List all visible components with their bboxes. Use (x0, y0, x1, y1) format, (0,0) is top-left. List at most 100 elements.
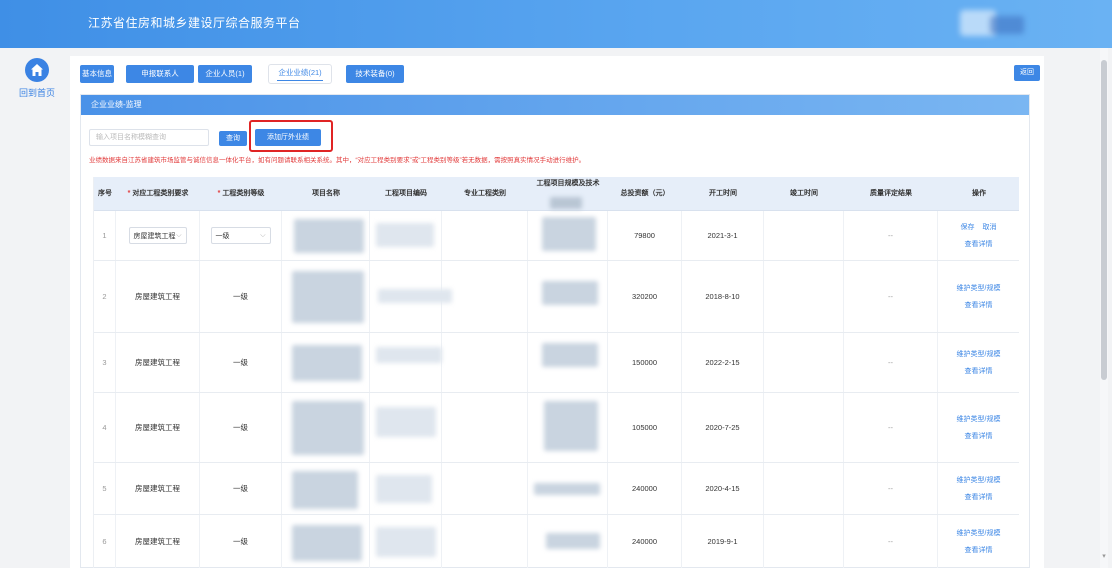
tab-performance[interactable]: 企业业绩(21) (268, 64, 332, 84)
quality-cell: -- (844, 333, 938, 392)
col-specialty: 专业工程类别 (464, 190, 506, 197)
blurred-project-name (292, 525, 362, 561)
actions-cell: 维护类型/规模 查看详情 (938, 261, 1019, 332)
home-link[interactable]: 回到首页 (14, 58, 60, 99)
back-button[interactable]: 返回 (1014, 65, 1040, 81)
table-row: 3 房屋建筑工程 一级 150000 2022-2-15 -- 维护类型/规模 … (94, 333, 1019, 393)
end-date-cell (764, 261, 844, 332)
scroll-down-icon[interactable]: ▾ (1100, 552, 1108, 562)
table-row: 5 房屋建筑工程 一级 240000 2020-4-15 -- 维护类型/规模 … (94, 463, 1019, 515)
investment-cell: 150000 (608, 333, 682, 392)
blurred-scale (542, 343, 598, 367)
table-row: 4 房屋建筑工程 一级 105000 2020-7-25 -- 维护类型/规模 … (94, 393, 1019, 463)
main-panel: 基本信息 申报联系人 企业人员(1) 企业业绩(21) 技术装备(0) 返回 企… (70, 56, 1044, 568)
maintain-type-link[interactable]: 维护类型/规模 (957, 349, 1001, 359)
col-level: * 工程类别等级 (217, 190, 265, 197)
col-investment: 总投资额（元） (620, 190, 670, 197)
col-project-name: 项目名称 (312, 190, 340, 197)
tab-personnel[interactable]: 企业人员(1) (198, 65, 252, 83)
specialty-cell (442, 211, 528, 260)
quality-cell: -- (844, 211, 938, 260)
col-end-date: 竣工时间 (790, 190, 818, 197)
investment-cell: 320200 (608, 261, 682, 332)
view-detail-link[interactable]: 查看详情 (965, 545, 993, 555)
top-header-bar: 江苏省住房和城乡建设厅综合服务平台 (0, 0, 1112, 48)
blurred-project-name (292, 345, 362, 381)
header-blur (550, 197, 582, 209)
investment-cell: 240000 (608, 515, 682, 568)
performance-table: 序号 * 对应工程类别要求 * 工程类别等级 项目名称 工程项目编码 专业工程类别 … (93, 177, 1019, 568)
quality-cell: -- (844, 393, 938, 462)
category-cell: 房屋建筑工程 (116, 463, 200, 514)
app-title: 江苏省住房和城乡建设厅综合服务平台 (88, 16, 301, 30)
actions-cell: 保存 取消 查看详情 (938, 211, 1019, 260)
level-cell: 一级 (200, 515, 282, 568)
maintain-type-link[interactable]: 维护类型/规模 (957, 475, 1001, 485)
end-date-cell (764, 515, 844, 568)
col-project-code: 工程项目编码 (385, 190, 427, 197)
blurred-project-code (376, 347, 442, 363)
cancel-link[interactable]: 取消 (983, 222, 997, 232)
category-cell: 房屋建筑工程 (116, 393, 200, 462)
category-select[interactable]: 房屋建筑工程 ⌵ (128, 227, 187, 244)
table-header: 序号 * 对应工程类别要求 * 工程类别等级 项目名称 工程项目编码 专业工程类别 … (94, 177, 1019, 211)
tab-contact[interactable]: 申报联系人 (126, 65, 194, 83)
blurred-scale (546, 533, 600, 549)
tab-equipment[interactable]: 技术装备(0) (346, 65, 404, 83)
data-source-notice: 业绩数据来自江苏省建筑市场监管与诚信信息一体化平台，如有问题请联系相关系统。其中… (89, 157, 586, 164)
col-actions: 操作 (972, 190, 986, 197)
save-link[interactable]: 保存 (961, 222, 975, 232)
category-cell: 房屋建筑工程 ⌵ (116, 211, 200, 260)
row-no: 3 (94, 333, 116, 392)
start-date-cell: 2018-8-10 (682, 261, 764, 332)
blurred-scale (542, 217, 596, 251)
view-detail-link[interactable]: 查看详情 (965, 431, 993, 441)
actions-cell: 维护类型/规模 查看详情 (938, 333, 1019, 392)
table-row: 2 房屋建筑工程 一级 320200 2018-8-10 -- 维护类型/规模 … (94, 261, 1019, 333)
query-button[interactable]: 查询 (219, 131, 247, 146)
end-date-cell (764, 333, 844, 392)
row-no: 4 (94, 393, 116, 462)
tab-basic-info[interactable]: 基本信息 (80, 65, 114, 83)
user-info-blur (990, 16, 1024, 34)
home-label[interactable]: 回到首页 (14, 86, 60, 99)
performance-section: 企业业绩-监理 输入项目名称模糊查询 查询 添加厅外业绩 业绩数据来自江苏省建筑… (80, 94, 1030, 568)
maintain-type-link[interactable]: 维护类型/规模 (957, 528, 1001, 538)
row-no: 2 (94, 261, 116, 332)
actions-cell: 维护类型/规模 查看详情 (938, 515, 1019, 568)
specialty-cell (442, 261, 528, 332)
actions-cell: 维护类型/规模 查看详情 (938, 393, 1019, 462)
col-start-date: 开工时间 (709, 190, 737, 197)
user-avatar-blurred[interactable] (950, 6, 1028, 42)
row-no: 6 (94, 515, 116, 568)
level-select[interactable]: 一级 ⌵ (210, 227, 271, 244)
blurred-project-name (292, 471, 358, 509)
chevron-down-icon: ⌵ (260, 231, 266, 239)
col-category: * 对应工程类别要求 (127, 190, 189, 197)
view-detail-link[interactable]: 查看详情 (965, 366, 993, 376)
table-row: 6 房屋建筑工程 一级 240000 2019-9-1 -- 维护类型/规模 查… (94, 515, 1019, 568)
maintain-type-link[interactable]: 维护类型/规模 (957, 283, 1001, 293)
col-no: 序号 (98, 190, 112, 197)
quality-cell: -- (844, 515, 938, 568)
quality-cell: -- (844, 261, 938, 332)
end-date-cell (764, 393, 844, 462)
col-quality: 质量评定结果 (870, 190, 912, 197)
blurred-project-name (292, 271, 364, 323)
view-detail-link[interactable]: 查看详情 (965, 300, 993, 310)
specialty-cell (442, 333, 528, 392)
maintain-type-link[interactable]: 维护类型/规模 (957, 414, 1001, 424)
page-scrollbar-thumb[interactable] (1101, 60, 1107, 380)
blurred-scale (544, 401, 598, 451)
view-detail-link[interactable]: 查看详情 (965, 492, 993, 502)
view-detail-link[interactable]: 查看详情 (965, 239, 993, 249)
start-date-cell: 2020-4-15 (682, 463, 764, 514)
specialty-cell (442, 393, 528, 462)
row-no: 1 (94, 211, 116, 260)
category-cell: 房屋建筑工程 (116, 261, 200, 332)
actions-cell: 维护类型/规模 查看详情 (938, 463, 1019, 514)
blurred-project-code (376, 527, 436, 557)
blurred-project-name (292, 401, 364, 455)
home-icon[interactable] (25, 58, 49, 82)
search-input[interactable]: 输入项目名称模糊查询 (89, 129, 209, 146)
